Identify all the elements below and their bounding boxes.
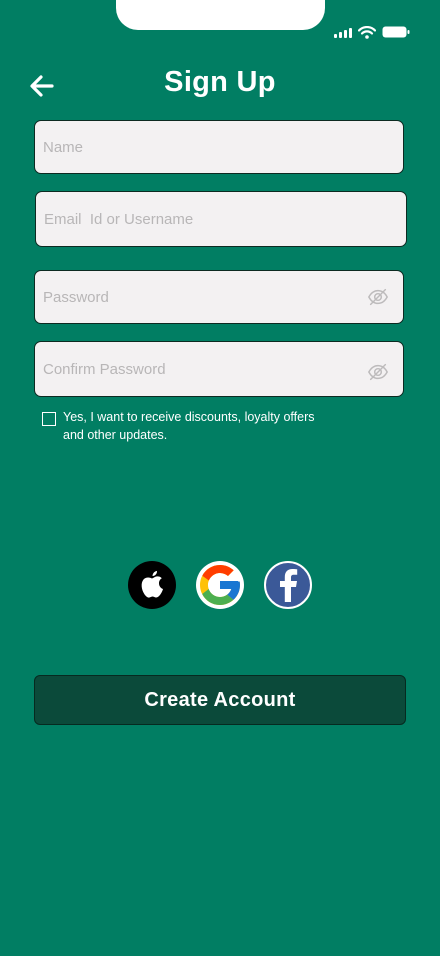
consent-label[interactable]: Yes, I want to receive discounts, loyalt… bbox=[63, 408, 333, 444]
email-input[interactable] bbox=[44, 192, 398, 246]
consent-checkbox[interactable] bbox=[42, 412, 56, 426]
status-bar bbox=[334, 24, 410, 40]
email-field[interactable] bbox=[35, 191, 407, 247]
eye-off-icon[interactable] bbox=[367, 361, 389, 383]
facebook-icon bbox=[280, 569, 298, 602]
apple-icon bbox=[141, 571, 163, 598]
confirm-password-field[interactable] bbox=[34, 341, 404, 397]
google-icon bbox=[200, 565, 240, 605]
password-field[interactable] bbox=[34, 270, 404, 324]
facebook-login-button[interactable] bbox=[264, 561, 312, 609]
password-input[interactable] bbox=[43, 271, 367, 323]
device-notch bbox=[116, 0, 325, 30]
signal-icon bbox=[334, 26, 352, 38]
eye-off-icon[interactable] bbox=[367, 286, 389, 308]
battery-icon bbox=[382, 26, 410, 38]
social-login-row bbox=[128, 561, 312, 609]
name-field[interactable] bbox=[34, 120, 404, 174]
apple-login-button[interactable] bbox=[128, 561, 176, 609]
google-login-button[interactable] bbox=[196, 561, 244, 609]
name-input[interactable] bbox=[43, 121, 395, 173]
wifi-icon bbox=[358, 25, 376, 39]
consent-row: Yes, I want to receive discounts, loyalt… bbox=[42, 408, 333, 444]
confirm-password-input[interactable] bbox=[43, 342, 367, 396]
page-title: Sign Up bbox=[164, 66, 276, 98]
create-account-button[interactable]: Create Account bbox=[34, 675, 406, 725]
